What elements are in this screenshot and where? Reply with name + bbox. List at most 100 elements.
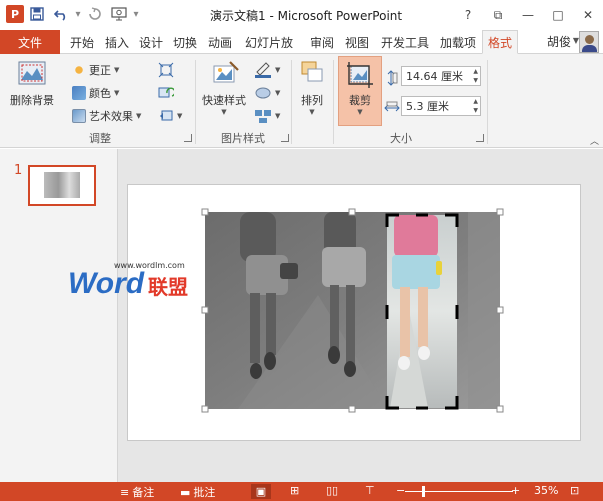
save-icon[interactable]	[26, 4, 48, 24]
compress-pictures-button[interactable]	[158, 60, 174, 80]
tab-developer[interactable]: 开发工具	[377, 30, 433, 54]
arrange-label: 排列	[301, 94, 323, 107]
compress-pictures-icon	[158, 62, 174, 78]
ribbon-format: 删除背景 更正 ▼ 颜色 ▼ 艺术效果 ▼ ▼ 调整 快速样式 ▼ ▼ ▼ ▼ …	[0, 54, 603, 148]
chevron-down-icon: ▼	[177, 112, 183, 120]
fit-to-window-button[interactable]: ⊡	[570, 484, 579, 497]
ribbon-display-options-icon[interactable]: ⧉	[483, 0, 513, 30]
avatar[interactable]	[579, 31, 599, 53]
tab-slideshow[interactable]: 幻灯片放	[240, 30, 298, 54]
chevron-down-icon: ▼	[136, 112, 142, 120]
minimize-icon[interactable]: —	[513, 0, 543, 30]
window-controls: ? ⧉ — □ ✕	[453, 0, 603, 30]
quick-styles-button[interactable]: 快速样式 ▼	[198, 58, 250, 116]
adjust-launcher-icon[interactable]	[184, 134, 192, 142]
picture-styles-group-label: 图片样式	[221, 132, 265, 145]
start-from-beginning-icon[interactable]	[108, 4, 130, 24]
picture-styles-launcher-icon[interactable]	[281, 134, 289, 142]
color-icon	[72, 86, 86, 100]
tab-file[interactable]: 文件	[0, 30, 60, 54]
watermark-brand-cn: 联盟	[148, 275, 188, 299]
slide-thumbnail-picture	[44, 172, 80, 198]
maximize-icon[interactable]: □	[543, 0, 573, 30]
slide-number: 1	[14, 163, 23, 178]
reading-view-button[interactable]: ▯▯	[326, 484, 338, 497]
crop-icon	[347, 62, 373, 88]
tab-addins[interactable]: 加载项	[436, 30, 480, 54]
reading-view-icon: ▯▯	[326, 484, 339, 497]
chevron-down-icon: ▼	[275, 112, 281, 120]
tab-insert[interactable]: 插入	[101, 30, 133, 54]
arrange-button[interactable]: 排列 ▼	[295, 58, 329, 116]
chevron-down-icon: ▼	[221, 108, 227, 116]
height-spinner-icon[interactable]: ▲ ▼	[473, 67, 478, 85]
width-input[interactable]: 5.3 厘米 ▲ ▼	[401, 96, 481, 116]
user-name[interactable]: 胡俊	[547, 33, 571, 50]
crop-label: 裁剪	[349, 94, 371, 107]
group-divider	[291, 60, 292, 144]
group-divider	[333, 60, 334, 144]
title-bar: P ▾ ▾ 演示文稿1 - Microsoft PowerPoint ? ⧉ —…	[0, 0, 603, 30]
slide-sorter-button[interactable]: ⊞	[290, 484, 299, 497]
zoom-in-button[interactable]: +	[511, 484, 520, 497]
artistic-effects-button[interactable]: 艺术效果 ▼	[72, 106, 141, 126]
tab-home[interactable]: 开始	[66, 30, 98, 54]
artistic-effects-label: 艺术效果	[89, 110, 133, 123]
undo-dropdown-icon[interactable]: ▾	[74, 9, 82, 20]
undo-icon[interactable]	[50, 4, 72, 24]
slide-sorter-icon: ⊞	[290, 484, 300, 497]
redo-icon[interactable]	[84, 4, 106, 24]
quick-access-toolbar: P ▾ ▾	[6, 4, 140, 24]
zoom-level[interactable]: 35%	[534, 484, 558, 497]
group-divider	[195, 60, 196, 144]
chevron-down-icon: ▼	[275, 66, 281, 74]
slideshow-button[interactable]: ⊤	[365, 484, 375, 497]
corrections-button[interactable]: 更正 ▼	[72, 60, 119, 80]
tab-animations[interactable]: 动画	[204, 30, 236, 54]
picture-border-button[interactable]: ▼	[254, 60, 280, 80]
watermark-brand-word: Word	[68, 267, 145, 300]
normal-view-button[interactable]: ▣	[251, 484, 271, 499]
color-button[interactable]: 颜色 ▼	[72, 83, 119, 103]
slide-thumbnail[interactable]	[28, 165, 96, 206]
chevron-down-icon: ▼	[114, 66, 120, 74]
comments-button[interactable]: ▬ 批注	[180, 484, 215, 500]
width-label-icon	[384, 98, 400, 118]
tab-view[interactable]: 视图	[341, 30, 373, 54]
notes-icon: ≡	[120, 485, 130, 499]
powerpoint-app-icon[interactable]: P	[6, 5, 24, 23]
crop-button[interactable]: 裁剪 ▼	[338, 56, 382, 126]
size-group-label: 大小	[390, 132, 412, 145]
picture-effects-button[interactable]: ▼	[254, 83, 280, 103]
customize-qat-icon[interactable]: ▾	[132, 9, 140, 20]
picture-layout-button[interactable]: ▼	[254, 106, 280, 126]
zoom-slider-thumb[interactable]	[422, 486, 425, 497]
status-bar: ≡ 备注 ▬ 批注 ▣ ⊞ ▯▯ ⊤ − + 35% ⊡	[0, 482, 603, 501]
remove-background-label: 删除背景	[10, 94, 54, 107]
width-spinner-icon[interactable]: ▲ ▼	[473, 97, 478, 115]
remove-background-button[interactable]: 删除背景	[6, 58, 58, 108]
reset-picture-button[interactable]: ▼	[158, 106, 182, 126]
tab-format[interactable]: 格式	[482, 30, 518, 54]
help-icon[interactable]: ?	[453, 0, 483, 30]
chevron-down-icon: ▼	[357, 108, 363, 116]
tab-transitions[interactable]: 切换	[169, 30, 201, 54]
normal-view-icon: ▣	[255, 485, 267, 498]
height-label-icon	[384, 68, 398, 88]
height-input[interactable]: 14.64 厘米 ▲ ▼	[401, 66, 481, 86]
comments-label: 批注	[193, 486, 216, 499]
slide-canvas[interactable]: www.wordlm.com Word 联盟	[68, 184, 582, 442]
close-icon[interactable]: ✕	[573, 0, 603, 30]
picture-border-icon	[255, 62, 271, 78]
tab-review[interactable]: 审阅	[307, 30, 337, 54]
selected-picture[interactable]	[128, 185, 582, 442]
remove-background-icon	[18, 61, 46, 85]
notes-button[interactable]: ≡ 备注	[120, 484, 154, 500]
change-picture-button[interactable]	[158, 83, 174, 103]
tab-design[interactable]: 设计	[136, 30, 166, 54]
collapse-ribbon-icon[interactable]: ︿	[590, 134, 599, 147]
zoom-out-button[interactable]: −	[396, 484, 405, 497]
size-launcher-icon[interactable]	[476, 134, 484, 142]
picture-layout-icon	[255, 110, 271, 123]
workspace: 1 www.wordlm.com Word 联盟	[0, 149, 603, 482]
